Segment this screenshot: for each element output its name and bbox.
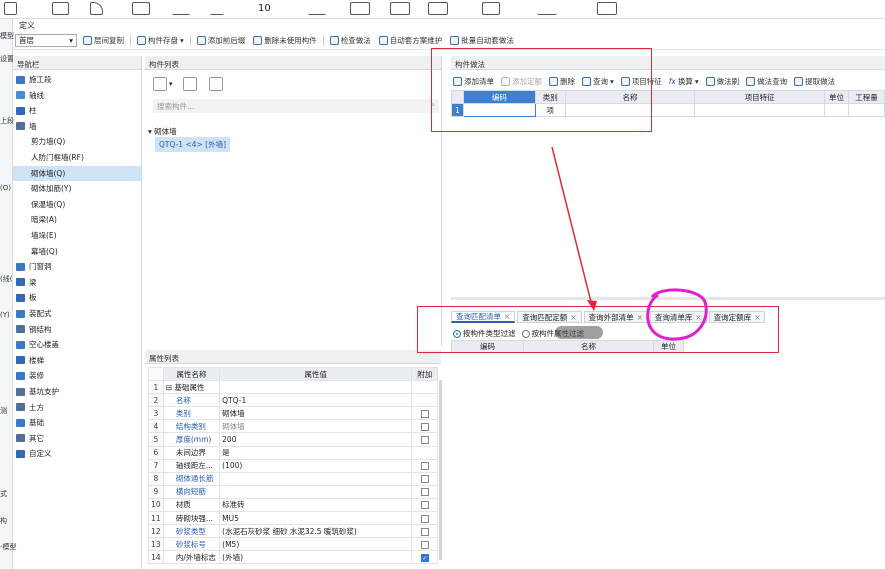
annotation-arrow-line bbox=[551, 146, 593, 307]
highlight-circle bbox=[646, 288, 708, 341]
annotation-overlay bbox=[551, 146, 708, 341]
arrow-head-icon bbox=[587, 300, 597, 311]
